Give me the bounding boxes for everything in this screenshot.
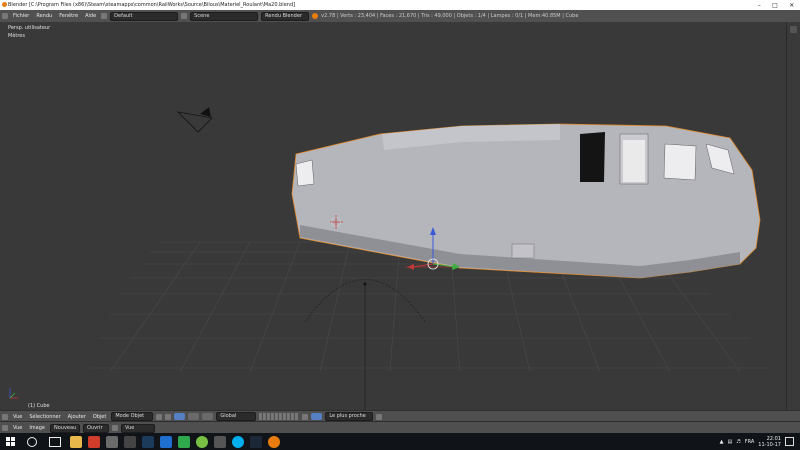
snap-toggle-icon[interactable] <box>311 413 323 420</box>
camera-object[interactable] <box>176 107 213 133</box>
locomotive-model[interactable] <box>291 123 761 279</box>
menu-render[interactable]: Rendu <box>34 13 54 19</box>
layers-grid-icon[interactable] <box>259 413 300 420</box>
network-icon[interactable]: ▤ <box>728 439 733 445</box>
open-image-button[interactable]: Ouvrir <box>83 423 109 433</box>
lock-icon[interactable] <box>302 413 309 420</box>
new-image-button[interactable]: Nouveau <box>50 423 80 433</box>
games-icon[interactable] <box>124 435 136 448</box>
render-icon[interactable] <box>376 413 383 420</box>
notifications-icon[interactable] <box>785 437 794 446</box>
render-engine-select[interactable]: Rendu Blender <box>261 11 310 21</box>
info-header: Fichier Rendu Fenêtre Aide Default Scene… <box>0 10 800 22</box>
search-icon[interactable] <box>27 436 37 447</box>
snap-target-select[interactable]: Le plus proche <box>325 412 374 421</box>
close-button[interactable]: ✕ <box>789 2 794 9</box>
editor-type-icon[interactable] <box>2 13 8 19</box>
editor-type-icon[interactable] <box>2 413 8 420</box>
menu-window[interactable]: Fenêtre <box>57 13 80 19</box>
tray-arrow-icon[interactable]: ▲ <box>720 439 724 445</box>
clock[interactable]: 22:01 11-10-17 <box>758 436 781 448</box>
menu-view[interactable]: Vue <box>11 414 24 420</box>
blender-icon <box>2 2 7 7</box>
blender-logo-icon <box>312 13 319 19</box>
start-icon[interactable] <box>6 437 15 446</box>
translate-icon[interactable] <box>188 413 200 420</box>
windows-taskbar: ▲ ▤ ♬ FRA 22:01 11-10-17 <box>0 433 800 450</box>
maximize-button[interactable]: □ <box>772 2 778 9</box>
photos-icon[interactable] <box>106 435 118 448</box>
chrome-icon[interactable] <box>178 435 190 448</box>
screen-layout-icon[interactable] <box>101 13 108 19</box>
terminal-icon[interactable] <box>142 435 154 448</box>
office-icon[interactable] <box>88 435 100 448</box>
scene-field[interactable]: Scene <box>190 11 259 21</box>
lamp-object[interactable] <box>363 282 367 286</box>
menu-file[interactable]: Fichier <box>11 13 31 19</box>
menu-view-2[interactable]: Vue <box>11 425 24 431</box>
viewport-scene <box>9 107 770 410</box>
menu-help[interactable]: Aide <box>83 13 98 19</box>
region-expand-icon[interactable] <box>790 26 797 33</box>
system-tray: ▲ ▤ ♬ FRA 22:01 11-10-17 <box>720 436 800 448</box>
steam-icon[interactable] <box>250 435 262 448</box>
units-label: Mètres <box>8 33 25 39</box>
blender-taskbar-icon[interactable] <box>268 435 280 448</box>
scene-stats: v2.78 | Verts : 23,404 | Faces : 21,670 … <box>321 13 579 19</box>
orientation-select[interactable]: Global <box>216 412 257 421</box>
right-region-strip[interactable] <box>786 22 800 410</box>
3d-viewport[interactable]: Persp. utilisateur Mètres (1) Cube <box>0 22 786 410</box>
view-mode-select[interactable]: Vue <box>121 423 155 433</box>
task-view-icon[interactable] <box>49 436 61 447</box>
window-title: Blender [C:\Program Files (x86)\Steam\st… <box>8 2 296 8</box>
app-icon[interactable] <box>214 435 226 448</box>
volume-icon[interactable]: ♬ <box>736 439 740 445</box>
menu-add[interactable]: Ajouter <box>66 414 88 420</box>
axis-widget <box>9 388 18 399</box>
shading-icon[interactable] <box>156 413 163 420</box>
view-name-label: Persp. utilisateur <box>8 25 51 31</box>
menu-select[interactable]: Sélectionner <box>27 414 62 420</box>
layout-field[interactable]: Default <box>110 11 179 21</box>
editor-type-icon[interactable] <box>2 425 8 431</box>
active-object-label: (1) Cube <box>28 403 50 409</box>
menu-image[interactable]: Image <box>27 425 47 431</box>
rotate-icon[interactable] <box>202 413 214 420</box>
edge-icon[interactable] <box>160 435 172 448</box>
title-bar: Blender [C:\Program Files (x86)\Steam\st… <box>0 0 800 10</box>
skype-icon[interactable] <box>232 435 244 448</box>
language-indicator[interactable]: FRA <box>745 439 755 445</box>
file-explorer-icon[interactable] <box>70 435 82 448</box>
mode-select[interactable]: Mode Objet <box>111 412 154 421</box>
manipulator-toggle-icon[interactable] <box>174 413 186 420</box>
menu-object[interactable]: Objet <box>91 414 109 420</box>
pin-icon[interactable] <box>112 425 118 431</box>
locomotive-door-window <box>580 132 605 182</box>
pivot-icon[interactable] <box>165 413 172 420</box>
clock-date: 11-10-17 <box>758 441 781 448</box>
utorrent-icon[interactable] <box>196 435 208 448</box>
scene-icon[interactable] <box>181 13 188 19</box>
minimize-button[interactable]: – <box>758 2 761 9</box>
